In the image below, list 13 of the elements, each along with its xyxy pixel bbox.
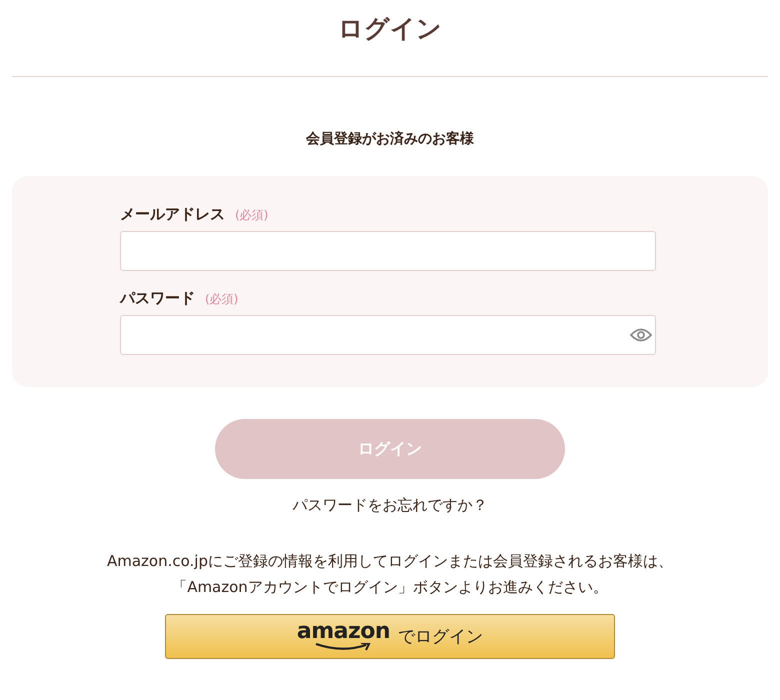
required-note: (必須) <box>205 291 238 308</box>
amazon-login-button[interactable]: amazon でログイン <box>165 614 615 659</box>
section-heading: 会員登録がお済みのお客様 <box>306 130 474 149</box>
smile-arrow-icon <box>314 643 372 652</box>
forgot-password-link[interactable]: パスワードをお忘れですか？ <box>292 496 488 515</box>
email-field[interactable] <box>120 231 656 271</box>
field-label: パスワード <box>120 289 195 308</box>
show-password-icon[interactable] <box>630 328 652 342</box>
password-field[interactable] <box>120 315 656 355</box>
field-label: メールアドレス <box>120 205 225 224</box>
required-note: (必須) <box>235 207 268 224</box>
page-title: ログイン <box>338 13 442 45</box>
amazon-login-note: Amazon.co.jpにご登録の情報を利用してログインまたは会員登録されるお客様は、「Amazonアカウントでログイン」ボタンよりお進みください。 <box>106 551 674 598</box>
